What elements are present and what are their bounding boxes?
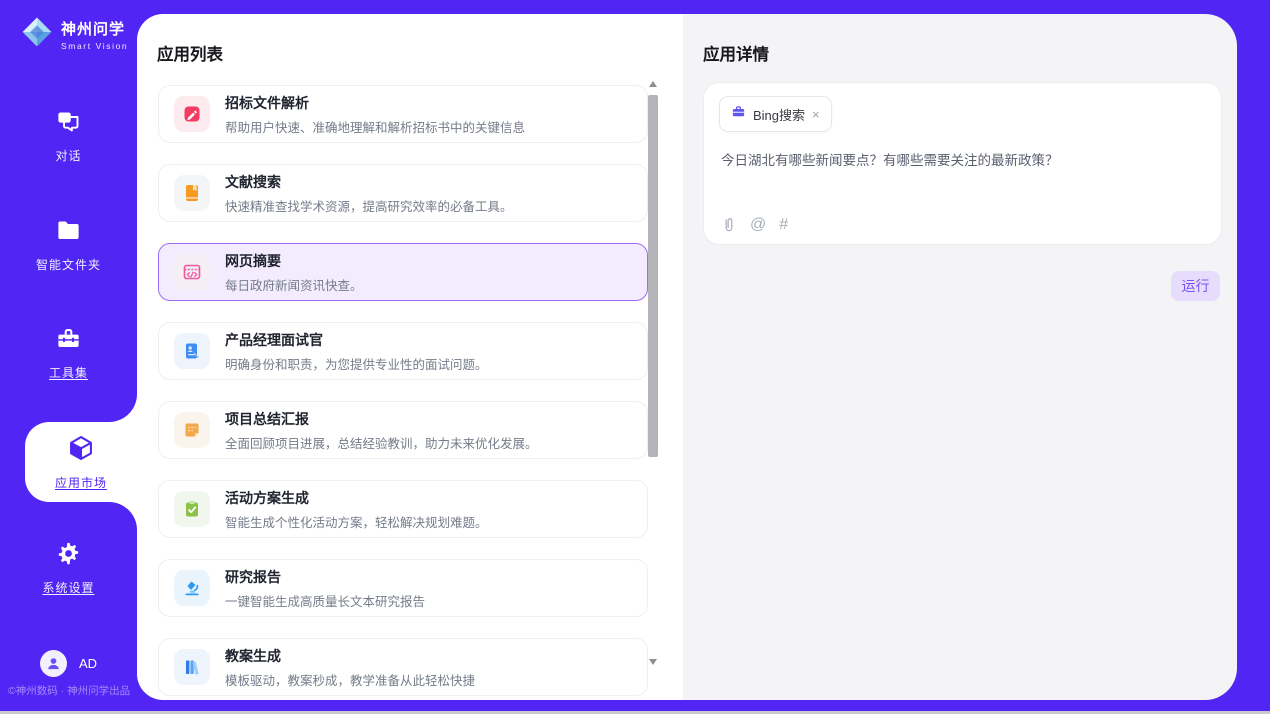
list-item-event-plan[interactable]: 活动方案生成 智能生成个性化活动方案，轻松解决规划难题。 [158, 480, 648, 538]
tool-tag-bing-search[interactable]: Bing搜索 × [719, 96, 832, 132]
brand-subtitle: Smart Vision [61, 41, 128, 51]
sidebar-item-label: 系统设置 [42, 579, 94, 596]
sidebar-item-label: 对话 [55, 147, 81, 164]
main-content: 应用列表 招标文件解析 帮助用户快速、准确地理解和解析招标书中的关键信息 [137, 14, 1237, 700]
user-initials: AD [79, 656, 97, 671]
edit-document-icon [174, 96, 210, 132]
scrollbar-thumb[interactable] [648, 95, 658, 457]
list-item-lesson-plan[interactable]: 教案生成 模板驱动，教案秒成，教学准备从此轻松快捷 [158, 638, 648, 696]
app-name: 项目总结汇报 [225, 409, 538, 429]
sidebar-item-chat[interactable]: 对话 [0, 108, 137, 164]
list-scrollbar [647, 78, 659, 678]
app-name: 招标文件解析 [225, 93, 525, 113]
brand-logo: 神州问学 Smart Vision [20, 15, 128, 54]
brand-name: 神州问学 [61, 18, 128, 39]
sidebar: 神州问学 Smart Vision 对话 智能文件夹 [0, 0, 137, 711]
app-name: 产品经理面试官 [225, 330, 488, 350]
diamond-logo-icon [20, 15, 54, 54]
user-account[interactable]: AD [40, 650, 97, 677]
prompt-input[interactable]: 今日湖北有哪些新闻要点？有哪些需要关注的最新政策？ [721, 149, 1205, 169]
sidebar-item-smart-folder[interactable]: 智能文件夹 [0, 217, 137, 273]
sidebar-item-settings[interactable]: 系统设置 [0, 540, 137, 596]
copyright-footer: ©神州数码 · 神州问学出品 [8, 683, 130, 698]
hash-tag-icon[interactable]: # [779, 216, 788, 234]
sticky-note-icon [174, 412, 210, 448]
close-icon[interactable]: × [812, 108, 820, 121]
sidebar-item-label: 应用市场 [55, 474, 107, 491]
prompt-toolbar: @ # [721, 216, 788, 234]
app-list-panel: 应用列表 招标文件解析 帮助用户快速、准确地理解和解析招标书中的关键信息 [137, 14, 683, 700]
toolbox-icon [55, 325, 82, 357]
app-name: 文献搜索 [225, 172, 513, 192]
sidebar-item-toolset[interactable]: 工具集 [0, 325, 137, 381]
list-item-literature-search[interactable]: 文献搜索 快速精准查找学术资源，提高研究效率的必备工具。 [158, 164, 648, 222]
prompt-card: Bing搜索 × 今日湖北有哪些新闻要点？有哪些需要关注的最新政策？ @ # [703, 82, 1222, 245]
list-item-web-summary[interactable]: 网页摘要 每日政府新闻资讯快查。 [158, 243, 648, 301]
app-description: 全面回顾项目进展，总结经验教训，助力未来优化发展。 [225, 433, 538, 452]
folder-icon [55, 217, 82, 249]
app-description: 智能生成个性化活动方案，轻松解决规划难题。 [225, 512, 488, 531]
app-description: 帮助用户快速、准确地理解和解析招标书中的关键信息 [225, 117, 525, 136]
interview-doc-icon [174, 333, 210, 369]
app-name: 网页摘要 [225, 251, 363, 271]
book-icon [174, 175, 210, 211]
briefcase-icon [731, 104, 746, 124]
web-code-icon [174, 254, 210, 290]
books-icon [174, 649, 210, 685]
app-detail-panel: 应用详情 Bing搜索 × 今日湖北有哪些新闻要点？有哪些需要关注的最新政策？ [683, 14, 1237, 700]
sidebar-item-app-market[interactable]: 应用市场 [25, 422, 137, 491]
sidebar-item-label: 智能文件夹 [36, 256, 101, 273]
list-item-pm-interviewer[interactable]: 产品经理面试官 明确身份和职责，为您提供专业性的面试问题。 [158, 322, 648, 380]
app-description: 每日政府新闻资讯快查。 [225, 275, 363, 294]
chat-icon [55, 108, 82, 140]
notch-curve-bottom [109, 502, 137, 530]
tool-tag-label: Bing搜索 [753, 105, 805, 124]
app-detail-title: 应用详情 [703, 41, 769, 65]
sidebar-item-label: 工具集 [49, 364, 88, 381]
app-name: 活动方案生成 [225, 488, 488, 508]
scroll-down-icon[interactable] [647, 656, 659, 668]
app-list-title: 应用列表 [157, 41, 223, 65]
list-item-research-report[interactable]: 研究报告 一键智能生成高质量长文本研究报告 [158, 559, 648, 617]
app-name: 研究报告 [225, 567, 425, 587]
gear-icon [55, 540, 82, 572]
run-button[interactable]: 运行 [1171, 271, 1220, 301]
app-description: 快速精准查找学术资源，提高研究效率的必备工具。 [225, 196, 513, 215]
sidebar-active-notch: 应用市场 [25, 422, 137, 502]
scroll-up-icon[interactable] [647, 78, 659, 90]
app-description: 明确身份和职责，为您提供专业性的面试问题。 [225, 354, 488, 373]
app-description: 模板驱动，教案秒成，教学准备从此轻松快捷 [225, 670, 475, 689]
list-item-bid-parse[interactable]: 招标文件解析 帮助用户快速、准确地理解和解析招标书中的关键信息 [158, 85, 648, 143]
user-avatar-icon [40, 650, 67, 677]
at-mention-icon[interactable]: @ [750, 216, 766, 234]
app-list: 招标文件解析 帮助用户快速、准确地理解和解析招标书中的关键信息 文献搜索 快速精… [158, 85, 648, 700]
notch-curve-top [109, 394, 137, 422]
list-item-project-summary[interactable]: 项目总结汇报 全面回顾项目进展，总结经验教训，助力未来优化发展。 [158, 401, 648, 459]
paperclip-icon[interactable] [721, 216, 737, 234]
cube-icon [67, 434, 95, 467]
app-name: 教案生成 [225, 646, 475, 666]
microscope-icon [174, 570, 210, 606]
app-description: 一键智能生成高质量长文本研究报告 [225, 591, 425, 610]
clipboard-check-icon [174, 491, 210, 527]
